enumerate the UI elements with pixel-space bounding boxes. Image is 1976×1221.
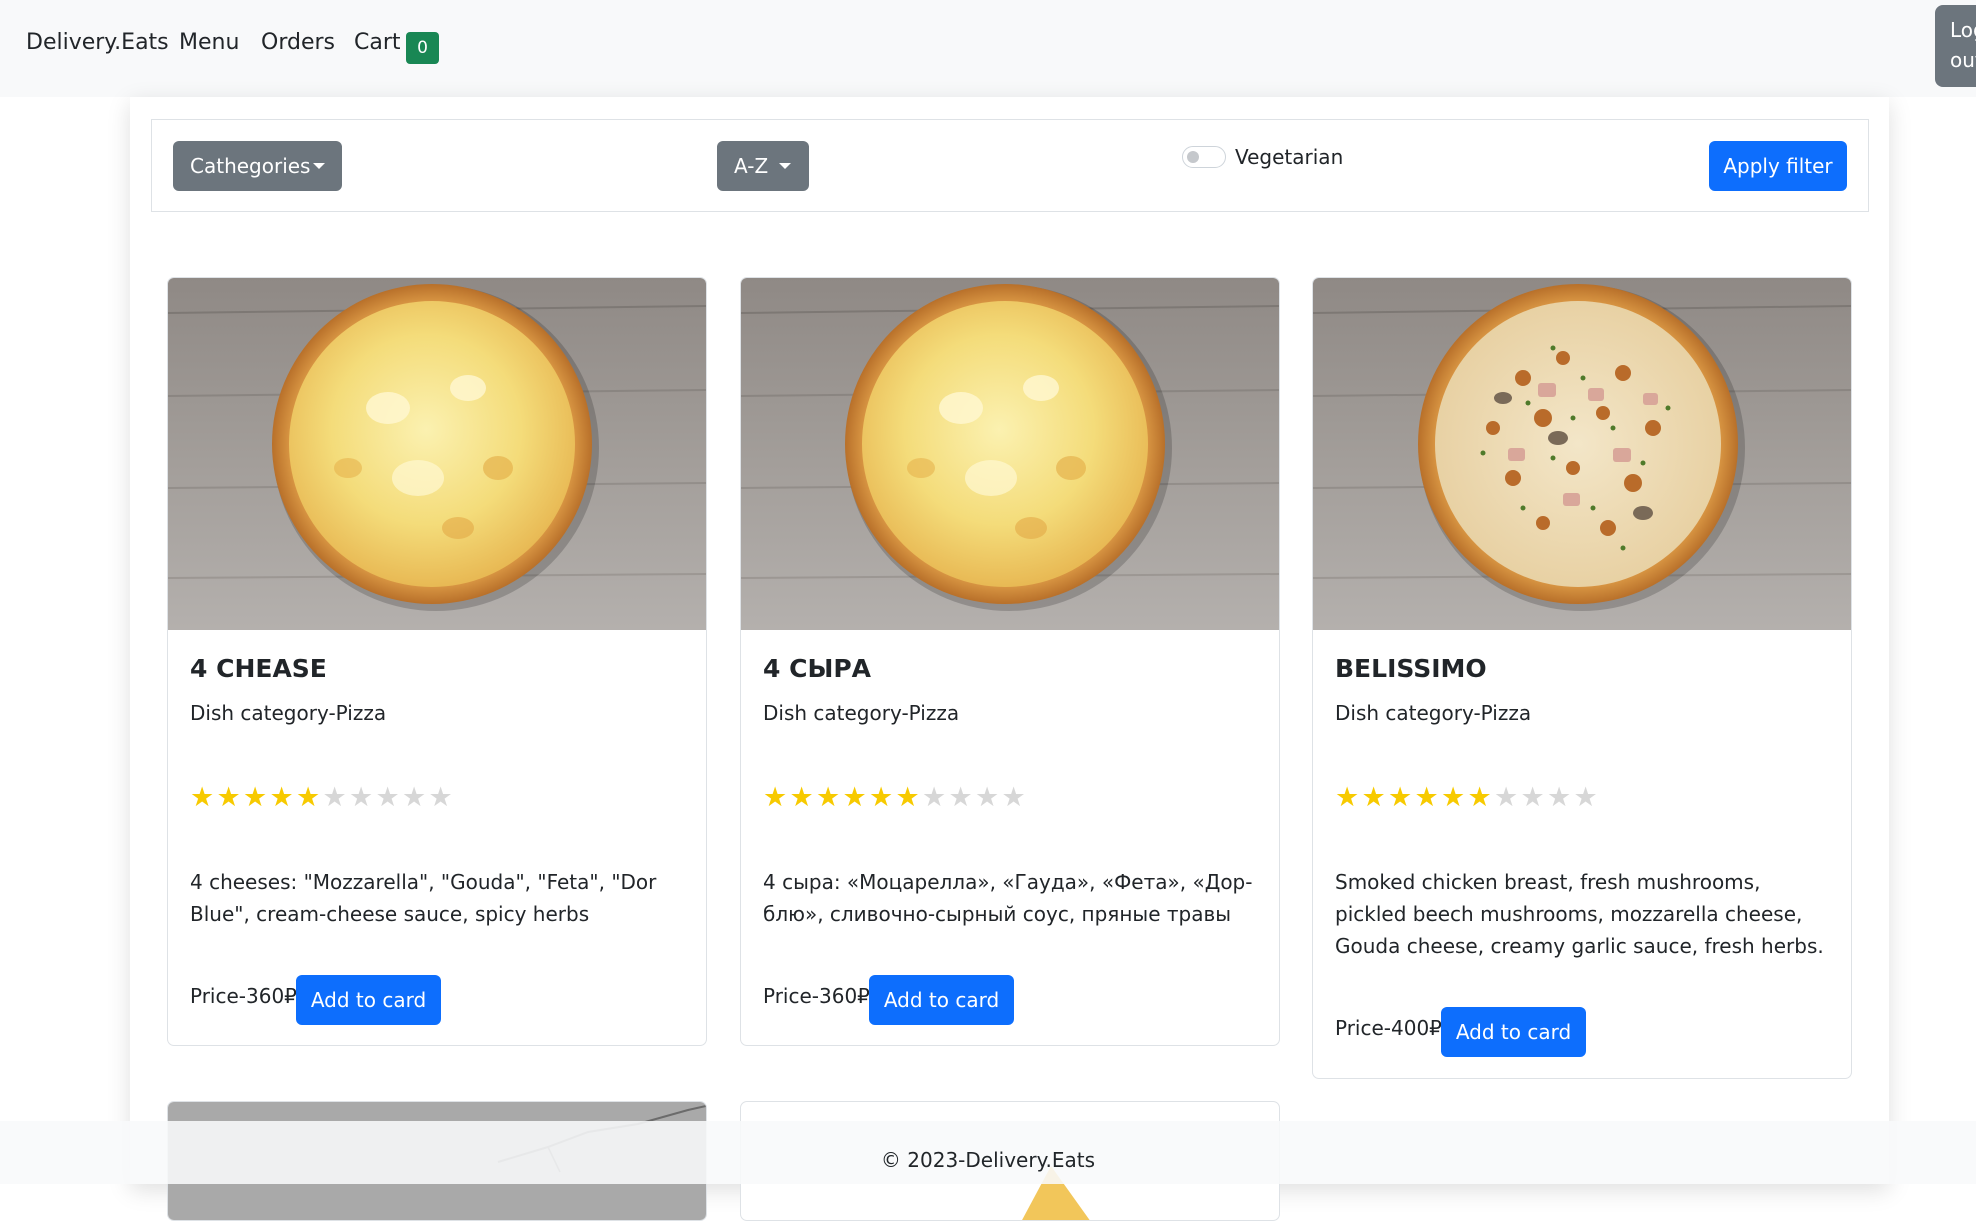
dish-name: 4 CHEASE [190, 654, 327, 683]
star-empty-icon[interactable]: ★ [323, 783, 347, 813]
star-filled-icon[interactable]: ★ [790, 783, 814, 813]
star-empty-icon[interactable]: ★ [1521, 783, 1545, 813]
dish-category: Dish category-Pizza [190, 701, 387, 725]
add-to-cart-button[interactable]: Add to card [869, 975, 1014, 1025]
star-filled-icon[interactable]: ★ [217, 783, 241, 813]
star-empty-icon[interactable]: ★ [349, 783, 373, 813]
dish-description: 4 сыра: «Моцарелла», «Гауда», «Фета», «Д… [763, 870, 1253, 926]
navbar: Delivery.Eats Menu Orders Cart 0 Log out [0, 0, 1976, 97]
categories-dropdown[interactable]: Cathegories [173, 141, 342, 191]
dish-card: BELISSIMO Dish category-Pizza ★ ★ ★ ★ ★ ★ ★ ★ ★ ★… [1312, 277, 1852, 1079]
star-empty-icon[interactable]: ★ [949, 783, 973, 813]
vegetarian-label: Vegetarian [1235, 145, 1344, 169]
dish-description: 4 cheeses: "Mozzarella", "Gouda", "Feta"… [190, 870, 657, 926]
categories-dropdown-label: Cathegories [190, 154, 311, 178]
dish-name: 4 СЫРА [763, 654, 872, 683]
star-empty-icon[interactable]: ★ [1547, 783, 1571, 813]
dish-category: Dish category-Pizza [763, 701, 960, 725]
star-filled-icon[interactable]: ★ [763, 783, 787, 813]
dish-price: Price-360₽ [763, 984, 870, 1008]
dish-description: Smoked chicken breast, fresh mushrooms, … [1335, 870, 1824, 958]
chevron-down-icon [779, 163, 791, 169]
star-filled-icon[interactable]: ★ [843, 783, 867, 813]
star-empty-icon[interactable]: ★ [1002, 783, 1026, 813]
star-filled-icon[interactable]: ★ [1415, 783, 1439, 813]
logout-button[interactable]: Log out [1935, 5, 1976, 87]
dish-price: Price-360₽ [190, 984, 297, 1008]
star-filled-icon[interactable]: ★ [296, 783, 320, 813]
apply-filter-button[interactable]: Apply filter [1709, 141, 1847, 191]
sort-dropdown[interactable]: A-Z [717, 141, 809, 191]
star-empty-icon[interactable]: ★ [1574, 783, 1598, 813]
footer-copyright: © 2023-Delivery.Eats [880, 1148, 1096, 1172]
filter-bar [151, 119, 1869, 212]
star-filled-icon[interactable]: ★ [1441, 783, 1465, 813]
star-filled-icon[interactable]: ★ [896, 783, 920, 813]
dish-image [168, 278, 706, 630]
star-filled-icon[interactable]: ★ [869, 783, 893, 813]
star-empty-icon[interactable]: ★ [975, 783, 999, 813]
dish-image [741, 278, 1279, 630]
cart-count-badge: 0 [406, 32, 439, 64]
star-empty-icon[interactable]: ★ [376, 783, 400, 813]
dish-name: BELISSIMO [1335, 654, 1487, 683]
star-filled-icon[interactable]: ★ [270, 783, 294, 813]
dish-card: 4 CHEASE Dish category-Pizza ★ ★ ★ ★ ★ ★ ★ ★ ★ ★ … [167, 277, 707, 1046]
star-filled-icon[interactable]: ★ [1335, 783, 1359, 813]
star-filled-icon[interactable]: ★ [1388, 783, 1412, 813]
star-filled-icon[interactable]: ★ [816, 783, 840, 813]
star-filled-icon[interactable]: ★ [243, 783, 267, 813]
nav-menu-link[interactable]: Menu [179, 30, 239, 55]
star-empty-icon[interactable]: ★ [922, 783, 946, 813]
brand-link[interactable]: Delivery.Eats [26, 30, 169, 55]
toggle-knob [1187, 151, 1199, 163]
nav-cart-link[interactable]: Cart [354, 30, 401, 55]
chevron-down-icon [313, 163, 325, 169]
dish-image [1313, 278, 1851, 630]
vegetarian-toggle[interactable] [1182, 146, 1226, 168]
dish-card: 4 СЫРА Dish category-Pizza ★ ★ ★ ★ ★ ★ ★ ★ ★ ★ 4 … [740, 277, 1280, 1046]
star-filled-icon[interactable]: ★ [1362, 783, 1386, 813]
star-filled-icon[interactable]: ★ [1468, 783, 1492, 813]
sort-dropdown-label: A-Z [734, 154, 769, 178]
add-to-cart-button[interactable]: Add to card [1441, 1007, 1586, 1057]
star-empty-icon[interactable]: ★ [1494, 783, 1518, 813]
dish-category: Dish category-Pizza [1335, 701, 1532, 725]
star-empty-icon[interactable]: ★ [402, 783, 426, 813]
nav-orders-link[interactable]: Orders [261, 30, 335, 55]
star-empty-icon[interactable]: ★ [429, 783, 453, 813]
dish-price: Price-400₽ [1335, 1016, 1442, 1040]
star-filled-icon[interactable]: ★ [190, 783, 214, 813]
add-to-cart-button[interactable]: Add to card [296, 975, 441, 1025]
